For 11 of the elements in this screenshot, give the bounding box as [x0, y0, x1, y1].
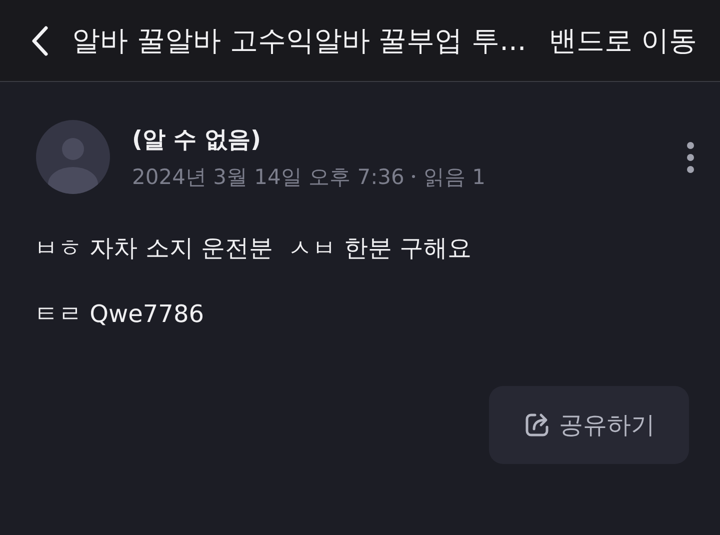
- share-button[interactable]: 공유하기: [489, 386, 689, 464]
- go-to-band-button[interactable]: 밴드로 이동: [548, 22, 698, 60]
- back-icon: [30, 24, 50, 56]
- post-text: ㅌㄹ Qwe7786: [34, 299, 205, 330]
- band-title: 알바 꿀알바 고수익알바 꿀부업 투...: [72, 22, 526, 58]
- author-name: (알 수 없음): [132, 126, 262, 154]
- read-count: 읽음 1: [423, 164, 486, 190]
- back-button[interactable]: [30, 24, 50, 56]
- post-date: 2024년 3월 14일 오후 7:36: [132, 164, 404, 190]
- post-text: ㅂㅎ 자차 소지 운전분 ㅅㅂ 한분 구해요: [34, 233, 472, 264]
- share-icon: [523, 411, 551, 439]
